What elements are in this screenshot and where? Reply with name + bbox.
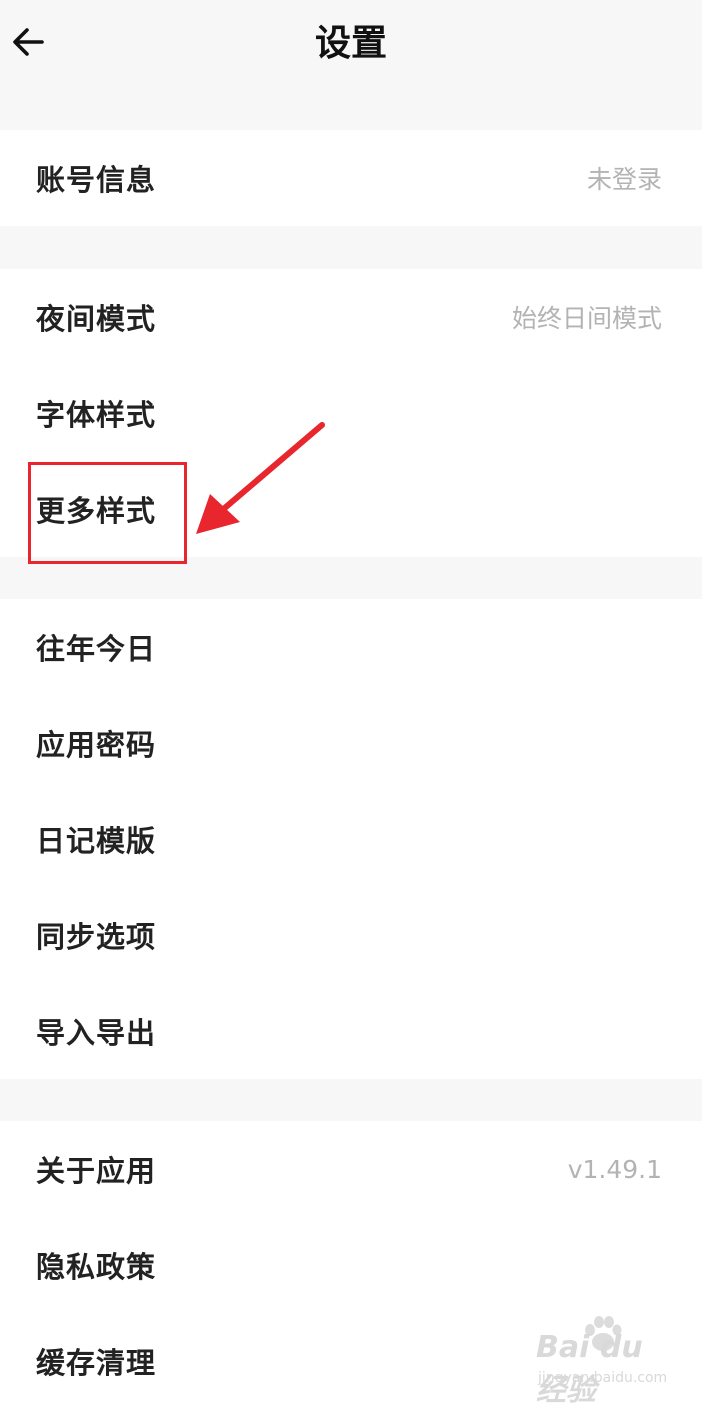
watermark-logo: Bai du 经验 jingyan.baidu.com: [536, 1316, 672, 1406]
watermark-url: jingyan.baidu.com: [538, 1370, 668, 1386]
watermark-text: Bai du 经验: [536, 1330, 643, 1406]
settings-screen: 设置 账号信息 未登录 夜间模式 始终日间模式 字体样式 更多样式 往年今日 应…: [0, 0, 702, 1406]
annotation-arrow-icon: [196, 422, 325, 534]
